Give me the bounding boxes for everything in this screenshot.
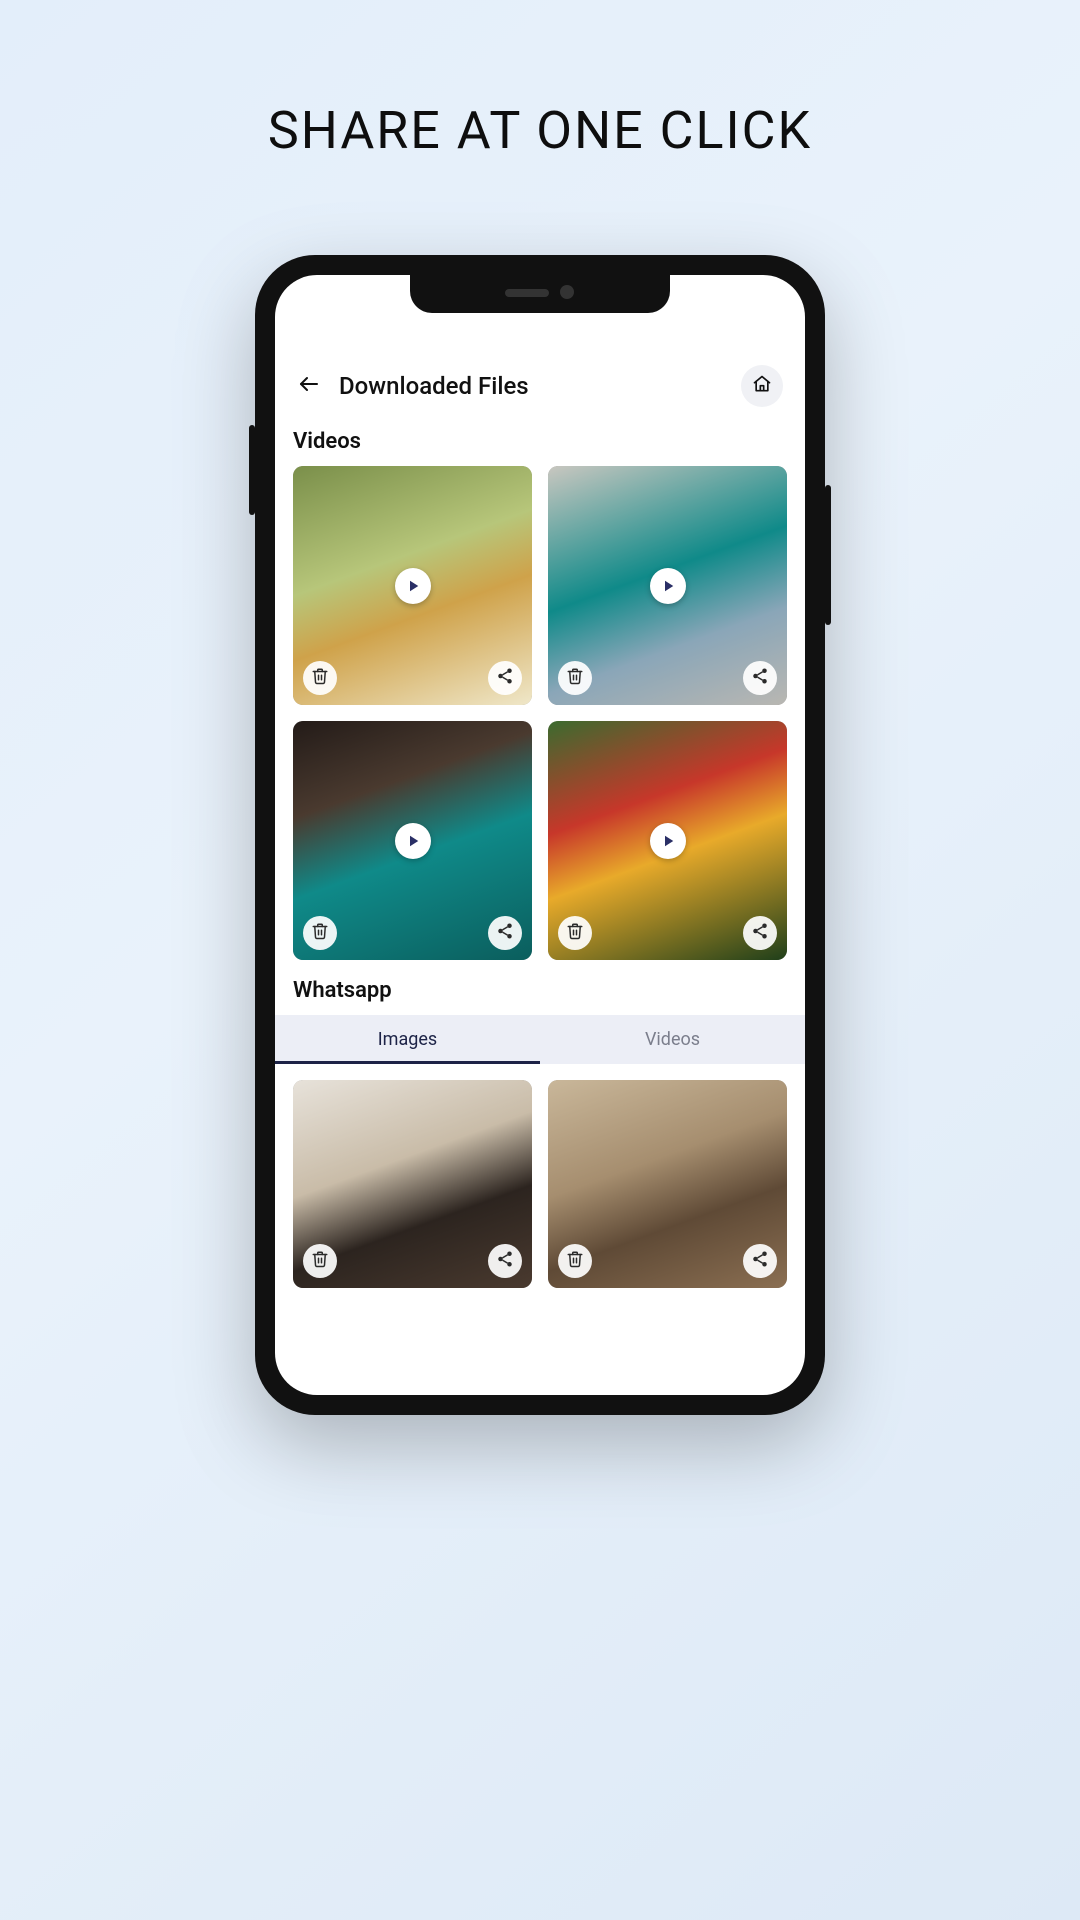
- home-button[interactable]: [741, 365, 783, 407]
- share-button[interactable]: [743, 1244, 777, 1278]
- share-icon: [751, 1250, 769, 1272]
- phone-side-button: [825, 485, 831, 625]
- delete-button[interactable]: [558, 1244, 592, 1278]
- delete-button[interactable]: [558, 916, 592, 950]
- share-button[interactable]: [743, 661, 777, 695]
- tab-images[interactable]: Images: [275, 1015, 540, 1064]
- video-tile[interactable]: [293, 466, 532, 705]
- content-scroll[interactable]: Videos Whatsapp Images Videos: [275, 425, 805, 1395]
- trash-icon: [566, 1250, 584, 1272]
- whatsapp-images-grid: [293, 1080, 787, 1328]
- delete-button[interactable]: [303, 1244, 337, 1278]
- share-icon: [496, 922, 514, 944]
- page-title: Downloaded Files: [339, 372, 723, 400]
- phone-screen: Downloaded Files Videos Whatsapp Images …: [275, 275, 805, 1395]
- delete-button[interactable]: [303, 916, 337, 950]
- phone-frame: Downloaded Files Videos Whatsapp Images …: [255, 255, 825, 1415]
- play-icon[interactable]: [395, 568, 431, 604]
- phone-notch: [410, 275, 670, 313]
- whatsapp-section-title: Whatsapp: [293, 978, 787, 1003]
- home-icon: [752, 374, 772, 398]
- phone-side-button: [249, 425, 255, 515]
- app-header: Downloaded Files: [275, 355, 805, 425]
- tab-videos[interactable]: Videos: [540, 1015, 805, 1064]
- share-button[interactable]: [488, 661, 522, 695]
- play-icon[interactable]: [650, 823, 686, 859]
- video-tile[interactable]: [548, 466, 787, 705]
- whatsapp-tabs: Images Videos: [275, 1015, 805, 1064]
- play-icon[interactable]: [395, 823, 431, 859]
- trash-icon: [311, 922, 329, 944]
- share-icon: [496, 667, 514, 689]
- video-tile[interactable]: [548, 721, 787, 960]
- image-tile[interactable]: [293, 1080, 532, 1288]
- share-button[interactable]: [488, 1244, 522, 1278]
- play-icon[interactable]: [650, 568, 686, 604]
- trash-icon: [566, 667, 584, 689]
- videos-section-title: Videos: [293, 429, 787, 454]
- delete-button[interactable]: [558, 661, 592, 695]
- whatsapp-section: Whatsapp Images Videos: [293, 978, 787, 1328]
- trash-icon: [311, 1250, 329, 1272]
- videos-grid: [293, 466, 787, 960]
- share-icon: [751, 667, 769, 689]
- delete-button[interactable]: [303, 661, 337, 695]
- image-tile[interactable]: [548, 1080, 787, 1288]
- share-button[interactable]: [743, 916, 777, 950]
- trash-icon: [566, 922, 584, 944]
- share-button[interactable]: [488, 916, 522, 950]
- video-tile[interactable]: [293, 721, 532, 960]
- trash-icon: [311, 667, 329, 689]
- app-root: Downloaded Files Videos Whatsapp Images …: [275, 275, 805, 1395]
- back-arrow-icon[interactable]: [297, 372, 321, 400]
- promo-headline: SHARE AT ONE CLICK: [0, 100, 1080, 161]
- share-icon: [751, 922, 769, 944]
- share-icon: [496, 1250, 514, 1272]
